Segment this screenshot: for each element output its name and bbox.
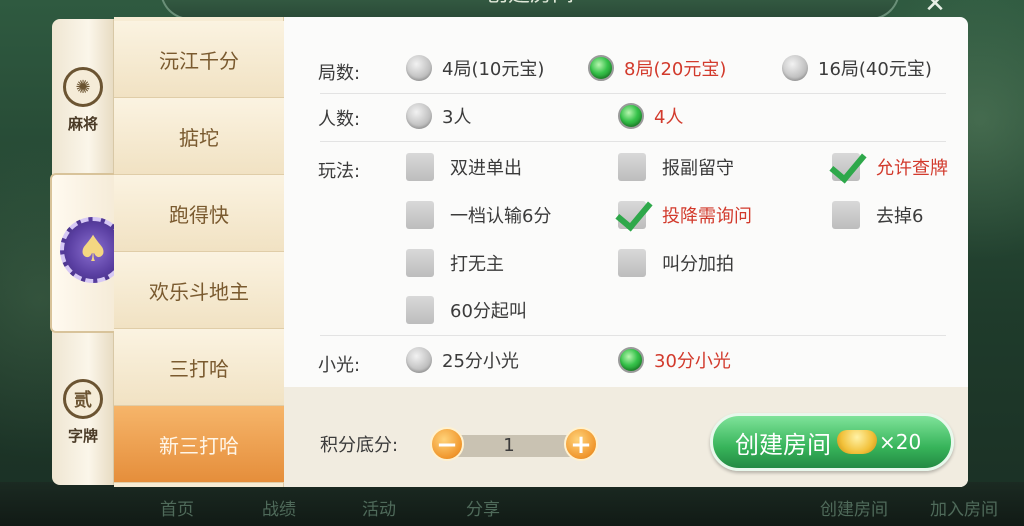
divider xyxy=(320,335,946,336)
players-option-3[interactable]: 3人 xyxy=(406,103,471,129)
rail-label-zipai: 字牌 xyxy=(67,427,98,445)
tab-diantuo[interactable]: 掂坨 xyxy=(114,98,284,175)
option-label: 3人 xyxy=(442,107,472,128)
decrease-score-button[interactable]: − xyxy=(430,427,464,461)
radio-icon xyxy=(406,103,432,129)
rail-label-mahjong: 麻将 xyxy=(67,115,98,133)
footer-bar: 积分底分: 1 − + 创建房间 ×20 xyxy=(284,387,968,487)
divider xyxy=(320,141,946,142)
gold-ingot-icon xyxy=(837,430,877,454)
base-score-label: 积分底分: xyxy=(320,435,399,456)
game-tabs: 沅江千分 掂坨 跑得快 欢乐斗地主 三打哈 新三打哈 xyxy=(114,17,284,487)
bottom-item-home: 首页 xyxy=(160,500,194,520)
radio-selected-icon xyxy=(588,55,614,81)
checkbox-icon xyxy=(832,201,860,229)
small-light-option-25[interactable]: 25分小光 xyxy=(406,347,519,373)
option-label: 双进单出 xyxy=(450,158,522,179)
option-label: 打无主 xyxy=(450,254,504,275)
checkbox-icon xyxy=(406,249,434,277)
rounds-option-16[interactable]: 16局(40元宝) xyxy=(782,55,932,81)
rounds-label: 局数: xyxy=(318,63,361,84)
play-rules-label: 玩法: xyxy=(318,161,361,182)
option-label: 叫分加拍 xyxy=(662,254,734,275)
settings-panel: 局数: 4局(10元宝) 8局(20元宝) 16局(40元宝) 人数: 3人 4… xyxy=(284,17,968,487)
radio-icon xyxy=(406,55,432,81)
radio-selected-icon xyxy=(618,347,644,373)
checkbox-icon xyxy=(618,249,646,277)
tab-yuanjiang-qianfen[interactable]: 沅江千分 xyxy=(114,21,284,98)
create-room-label: 创建房间 xyxy=(735,430,831,459)
tab-sandaha[interactable]: 三打哈 xyxy=(114,329,284,406)
checkbox-checked-icon xyxy=(618,201,646,229)
create-room-button[interactable]: 创建房间 ×20 xyxy=(710,413,954,471)
bottom-item-records: 战绩 xyxy=(262,500,296,520)
rule-surrender-ask[interactable]: 投降需询问 xyxy=(618,201,752,229)
small-light-option-30[interactable]: 30分小光 xyxy=(618,347,731,373)
option-label: 报副留守 xyxy=(662,158,734,179)
rule-remove-six[interactable]: 去掉6 xyxy=(832,201,923,229)
rule-no-trump[interactable]: 打无主 xyxy=(406,249,504,277)
option-label: 去掉6 xyxy=(876,206,924,227)
rail-item-mahjong[interactable]: ✺ 麻将 xyxy=(52,67,114,134)
tab-new-sandaha[interactable]: 新三打哈 xyxy=(114,406,284,483)
checkbox-icon xyxy=(618,153,646,181)
rule-allow-check-cards[interactable]: 允许查牌 xyxy=(832,153,948,181)
option-label: 4人 xyxy=(654,107,684,128)
option-label: 16局(40元宝) xyxy=(818,59,932,80)
checkbox-icon xyxy=(406,153,434,181)
checkbox-icon xyxy=(406,201,434,229)
tab-paodekuai[interactable]: 跑得快 xyxy=(114,175,284,252)
rule-baofu-liushou[interactable]: 报副留守 xyxy=(618,153,734,181)
radio-selected-icon xyxy=(618,103,644,129)
rule-bid-double[interactable]: 叫分加拍 xyxy=(618,249,734,277)
bottom-item-create-room: 创建房间 xyxy=(820,500,888,520)
tab-huanle-doudizhu[interactable]: 欢乐斗地主 xyxy=(114,252,284,329)
create-room-cost: ×20 xyxy=(879,430,922,454)
increase-score-button[interactable]: + xyxy=(564,427,598,461)
bottom-item-events: 活动 xyxy=(362,500,396,520)
divider xyxy=(320,93,946,94)
rail-item-zipai[interactable]: 贰 字牌 xyxy=(52,379,114,446)
option-label: 30分小光 xyxy=(654,351,731,372)
option-label: 允许查牌 xyxy=(876,158,948,179)
zipai-coin-icon: 贰 xyxy=(63,379,103,419)
option-label: 8局(20元宝) xyxy=(624,59,727,80)
small-light-label: 小光: xyxy=(318,355,361,376)
option-label: 一档认输6分 xyxy=(450,206,552,227)
option-label: 25分小光 xyxy=(442,351,519,372)
create-room-dialog: ✺ 麻将 贰 字牌 ♠ 沅江千分 掂坨 跑得快 欢乐斗地主 三打哈 新三打哈 局… xyxy=(50,17,968,487)
rounds-option-8[interactable]: 8局(20元宝) xyxy=(588,55,726,81)
checkbox-checked-icon xyxy=(832,153,860,181)
players-option-4[interactable]: 4人 xyxy=(618,103,683,129)
radio-icon xyxy=(782,55,808,81)
option-label: 60分起叫 xyxy=(450,301,527,322)
mahjong-coin-icon: ✺ xyxy=(63,67,103,107)
bottom-bar: 首页 战绩 活动 分享 创建房间 加入房间 xyxy=(0,482,1024,526)
radio-icon xyxy=(406,347,432,373)
option-label: 投降需询问 xyxy=(662,206,752,227)
rounds-option-4[interactable]: 4局(10元宝) xyxy=(406,55,544,81)
rule-yidang-renshu[interactable]: 一档认输6分 xyxy=(406,201,551,229)
players-label: 人数: xyxy=(318,109,361,130)
rule-bid-from-60[interactable]: 60分起叫 xyxy=(406,296,527,324)
bottom-item-share: 分享 xyxy=(466,500,500,520)
checkbox-icon xyxy=(406,296,434,324)
rule-shuangjin-danchu[interactable]: 双进单出 xyxy=(406,153,522,181)
bottom-item-join-room: 加入房间 xyxy=(930,500,998,520)
option-label: 4局(10元宝) xyxy=(442,59,545,80)
